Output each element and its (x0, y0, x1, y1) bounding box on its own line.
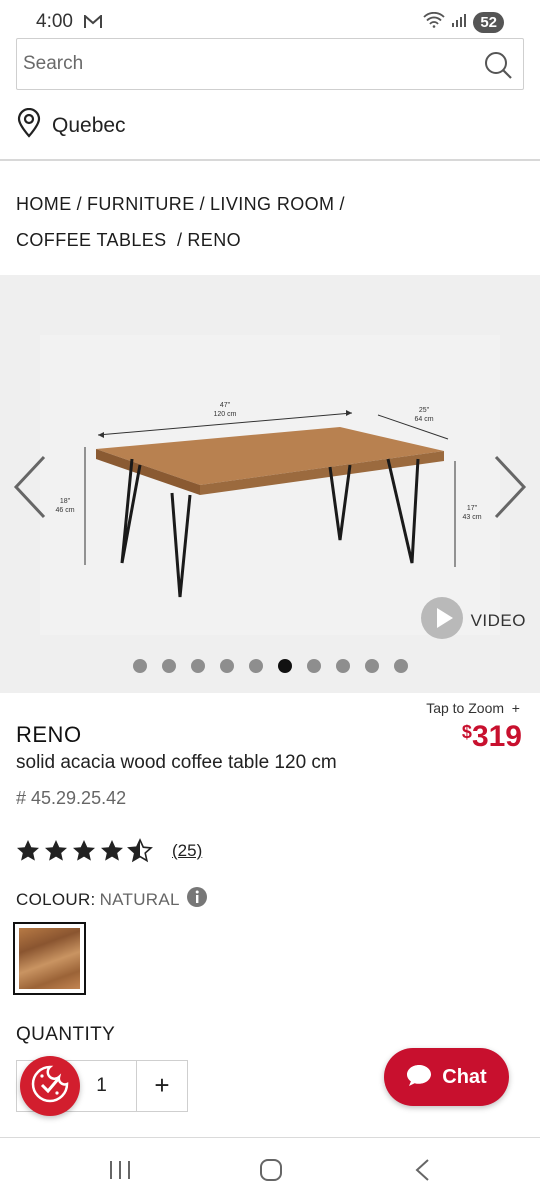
gallery-dot[interactable] (249, 659, 263, 673)
tap-to-zoom-label: Tap to Zoom (426, 700, 505, 716)
swatch-image (19, 928, 80, 989)
battery-indicator: 52 (473, 12, 504, 33)
colour-value: NATURAL (99, 889, 180, 909)
chat-bubble-icon (406, 1063, 432, 1092)
price-amount: 319 (471, 720, 522, 753)
gallery-dot[interactable] (133, 659, 147, 673)
dim-width-label: 47" (220, 402, 231, 409)
gallery-pagination-dots[interactable] (133, 659, 408, 673)
breadcrumb-separator: / (199, 194, 206, 214)
breadcrumb-home[interactable]: HOME (16, 194, 72, 214)
cookie-check-icon (30, 1064, 70, 1109)
product-description: solid acacia wood coffee table 120 cm (16, 752, 337, 773)
play-icon (420, 597, 463, 644)
dim-height-left-label: 18" (60, 498, 71, 505)
dim-height-right-label: 17" (467, 505, 478, 512)
wifi-icon (423, 11, 445, 33)
next-image-arrow-icon[interactable] (492, 455, 528, 524)
gallery-dot[interactable] (220, 659, 234, 673)
status-icons: 52 (423, 11, 504, 33)
gallery-dot[interactable] (394, 659, 408, 673)
cookie-settings-button[interactable] (20, 1056, 80, 1116)
status-bar: 4:00 52 (0, 0, 540, 40)
product-rating[interactable]: (25) (16, 838, 202, 864)
review-count-link[interactable]: (25) (172, 841, 202, 861)
info-icon[interactable] (186, 886, 208, 913)
product-sku: # 45.29.25.42 (16, 788, 127, 808)
breadcrumb-living-room[interactable]: LIVING ROOM (210, 194, 334, 214)
colour-label: COLOUR: (16, 889, 96, 909)
system-navigation-bar (0, 1138, 540, 1200)
search-placeholder: Search (23, 53, 84, 74)
product-image-gallery[interactable]: 47" 120 cm 25" 64 cm 18" 46 cm 17" 43 cm (0, 275, 540, 693)
dim-depth-cm-label: 64 cm (414, 416, 433, 423)
product-image[interactable]: 47" 120 cm 25" 64 cm 18" 46 cm 17" 43 cm (40, 335, 500, 635)
tap-to-zoom[interactable]: Tap to Zoom + (426, 700, 520, 716)
home-icon[interactable] (259, 1158, 283, 1187)
zoom-plus-icon: + (507, 700, 520, 716)
chat-label: Chat (442, 1065, 487, 1088)
divider (0, 159, 540, 161)
breadcrumb-separator: / (171, 230, 183, 250)
previous-image-arrow-icon[interactable] (12, 455, 48, 524)
search-icon[interactable] (483, 50, 513, 85)
star-rating-icon (17, 839, 152, 862)
breadcrumb-separator: / (76, 194, 83, 214)
gallery-dot[interactable] (336, 659, 350, 673)
recent-apps-icon[interactable] (108, 1160, 132, 1185)
gallery-dot[interactable] (278, 659, 292, 673)
gallery-dot[interactable] (191, 659, 205, 673)
breadcrumb: HOME / FURNITURE / LIVING ROOM / COFFEE TABLE… (16, 186, 516, 258)
gallery-dot[interactable] (162, 659, 176, 673)
colour-row: COLOUR: NATURAL (16, 886, 208, 913)
quantity-label: QUANTITY (16, 1024, 116, 1045)
breadcrumb-furniture[interactable]: FURNITURE (87, 194, 195, 214)
gmail-icon (84, 13, 102, 34)
dim-depth-label: 25" (419, 407, 430, 414)
product-name: RENO (16, 722, 82, 747)
gallery-dot[interactable] (307, 659, 321, 673)
breadcrumb-separator: / (339, 194, 345, 214)
quantity-increase-button[interactable]: + (137, 1061, 187, 1111)
video-button[interactable]: VIDEO (420, 597, 526, 644)
gallery-dot[interactable] (365, 659, 379, 673)
store-location[interactable]: Quebec (16, 107, 126, 143)
product-price: $319 (462, 720, 522, 754)
dim-width-cm-label: 120 cm (214, 411, 237, 418)
search-input[interactable]: Search (16, 38, 524, 90)
breadcrumb-coffee-tables[interactable]: COFFEE TABLES (16, 230, 167, 250)
location-pin-icon (16, 107, 42, 143)
status-time: 4:00 (36, 11, 73, 32)
colour-swatch-natural[interactable] (13, 922, 86, 995)
location-label: Quebec (52, 113, 126, 137)
dim-height-left-cm-label: 46 cm (55, 507, 74, 514)
chat-button[interactable]: Chat (384, 1048, 509, 1106)
video-label: VIDEO (470, 610, 526, 630)
signal-icon (451, 12, 467, 33)
back-icon[interactable] (413, 1158, 431, 1187)
price-currency: $ (461, 722, 472, 742)
breadcrumb-reno: RENO (187, 230, 241, 250)
dim-height-right-cm-label: 43 cm (462, 514, 481, 521)
